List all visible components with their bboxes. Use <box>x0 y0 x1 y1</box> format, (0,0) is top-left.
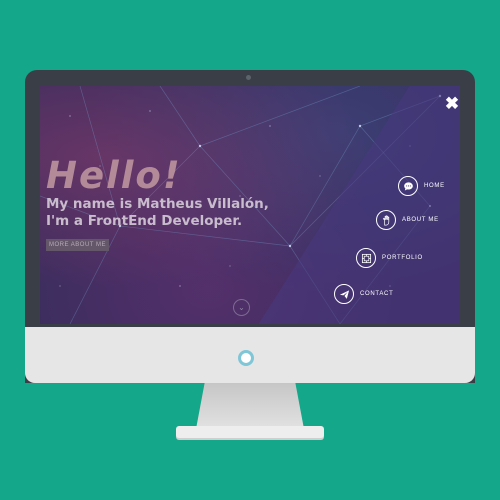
hero-subtitle: My name is Matheus Villalón, I'm a Front… <box>46 196 269 230</box>
close-icon[interactable]: ✖ <box>444 95 460 112</box>
scroll-down-chevron-icon[interactable]: ⌄ <box>233 299 250 316</box>
menu-item-label: PORTFOLIO <box>382 255 423 261</box>
menu-item-label: HOME <box>424 183 445 189</box>
camera-icon <box>246 75 251 80</box>
hero-subtitle-line2: I'm a FrontEnd Developer. <box>46 213 243 229</box>
more-about-me-button[interactable]: MORE ABOUT ME <box>46 239 109 251</box>
website-screen: Hello! My name is Matheus Villalón, I'm … <box>40 86 460 324</box>
menu-item-label: CONTACT <box>360 291 394 297</box>
hero-subtitle-line1: My name is Matheus Villalón, <box>46 196 269 212</box>
hero-title: Hello! <box>46 154 182 197</box>
menu-item-home[interactable]: HOME <box>398 176 445 196</box>
menu-item-label: ABOUT ME <box>402 217 439 223</box>
monitor-base <box>176 426 324 438</box>
chat-icon <box>398 176 418 196</box>
portfolio-icon <box>356 248 376 268</box>
hand-icon <box>376 210 396 230</box>
monitor-stand <box>196 383 304 429</box>
menu-item-about-me[interactable]: ABOUT ME <box>376 210 439 230</box>
menu-item-portfolio[interactable]: PORTFOLIO <box>356 248 423 268</box>
power-button-icon <box>238 350 254 366</box>
menu-item-contact[interactable]: CONTACT <box>334 284 393 304</box>
paper-plane-icon <box>334 284 354 304</box>
